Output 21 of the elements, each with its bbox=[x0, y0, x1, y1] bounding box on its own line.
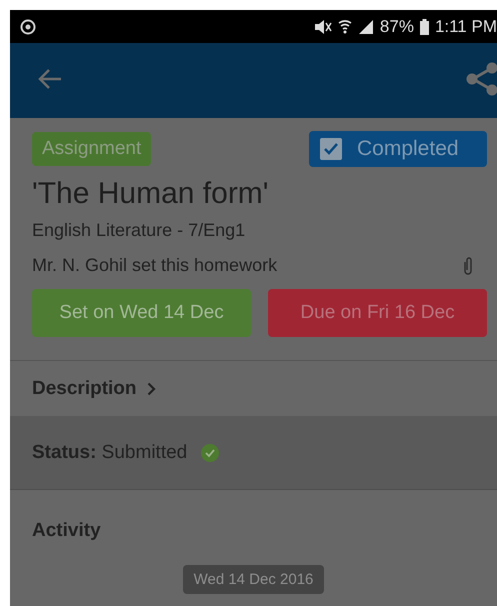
date-chip: Wed 14 Dec 2016 bbox=[182, 565, 324, 594]
check-circle-icon bbox=[201, 444, 220, 462]
clock-time: 1:11 PM bbox=[434, 16, 497, 36]
due-date-button[interactable]: Due on Fri 16 Dec bbox=[268, 289, 487, 337]
activity-heading: Activity bbox=[31, 519, 102, 542]
status-text: Status: Submitted bbox=[32, 442, 188, 464]
wifi-icon bbox=[338, 18, 352, 34]
teacher-line: Mr. N. Gohil set this homework bbox=[32, 255, 278, 276]
chevron-right-icon bbox=[146, 382, 156, 396]
mute-icon bbox=[314, 18, 332, 34]
battery-percentage: 87% bbox=[380, 16, 414, 36]
assignment-title: 'The Human form' bbox=[32, 177, 270, 211]
completed-button[interactable]: Completed bbox=[309, 131, 487, 167]
assignment-badge: Assignment bbox=[32, 132, 152, 166]
description-link[interactable]: Description bbox=[32, 378, 156, 400]
battery-icon bbox=[420, 18, 429, 34]
checkbox-icon[interactable] bbox=[319, 137, 343, 161]
set-date-button[interactable]: Set on Wed 14 Dec bbox=[32, 289, 251, 337]
subject-class: English Literature - 7/Eng1 bbox=[32, 220, 246, 241]
paperclip-icon[interactable] bbox=[463, 256, 473, 276]
signal-icon bbox=[358, 18, 374, 34]
